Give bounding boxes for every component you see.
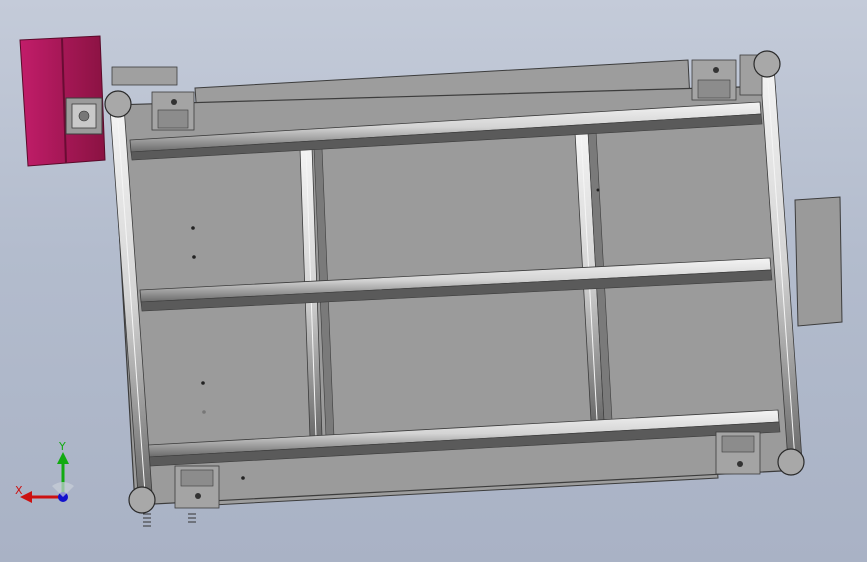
x-axis-label: X	[15, 484, 23, 497]
3d-viewport[interactable]: Y X	[0, 0, 867, 562]
roller-top-right	[753, 50, 781, 78]
roller-top-left	[104, 90, 132, 118]
bracket-top-right	[691, 59, 737, 101]
roller-bottom-left	[128, 486, 156, 514]
bracket-bottom-left	[174, 465, 220, 509]
y-axis-label: Y	[58, 440, 66, 453]
bracket-bottom-right	[715, 431, 761, 475]
conveyor-model[interactable]	[0, 0, 867, 562]
bracket-top-left	[151, 91, 195, 131]
springs	[143, 513, 196, 527]
side-panel[interactable]	[794, 196, 843, 327]
roller-bottom-right	[777, 448, 805, 476]
axis-triad: Y X	[15, 440, 74, 503]
drive-motor[interactable]	[19, 35, 106, 167]
bracket-top-strip	[111, 66, 178, 86]
